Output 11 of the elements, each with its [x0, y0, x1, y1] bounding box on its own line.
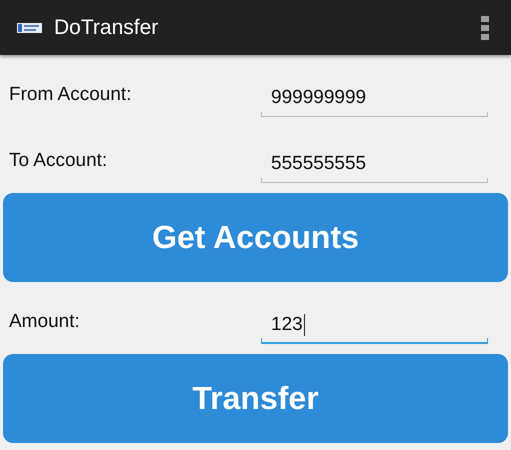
field-label: Amount:: [8, 310, 81, 334]
input-field[interactable]: 999999999: [261, 83, 488, 117]
app-title: DoTransfer: [54, 16, 160, 40]
logo-icon: [17, 22, 42, 32]
overflow-menu-icon[interactable]: [481, 16, 489, 40]
field-label: To Account:: [8, 149, 108, 173]
input-field[interactable]: 123: [261, 310, 488, 344]
input-field[interactable]: 555555555: [261, 149, 488, 183]
action-button[interactable]: Get Accounts: [3, 193, 508, 282]
field-label: From Account:: [8, 83, 132, 107]
action-button[interactable]: Transfer: [3, 354, 508, 443]
